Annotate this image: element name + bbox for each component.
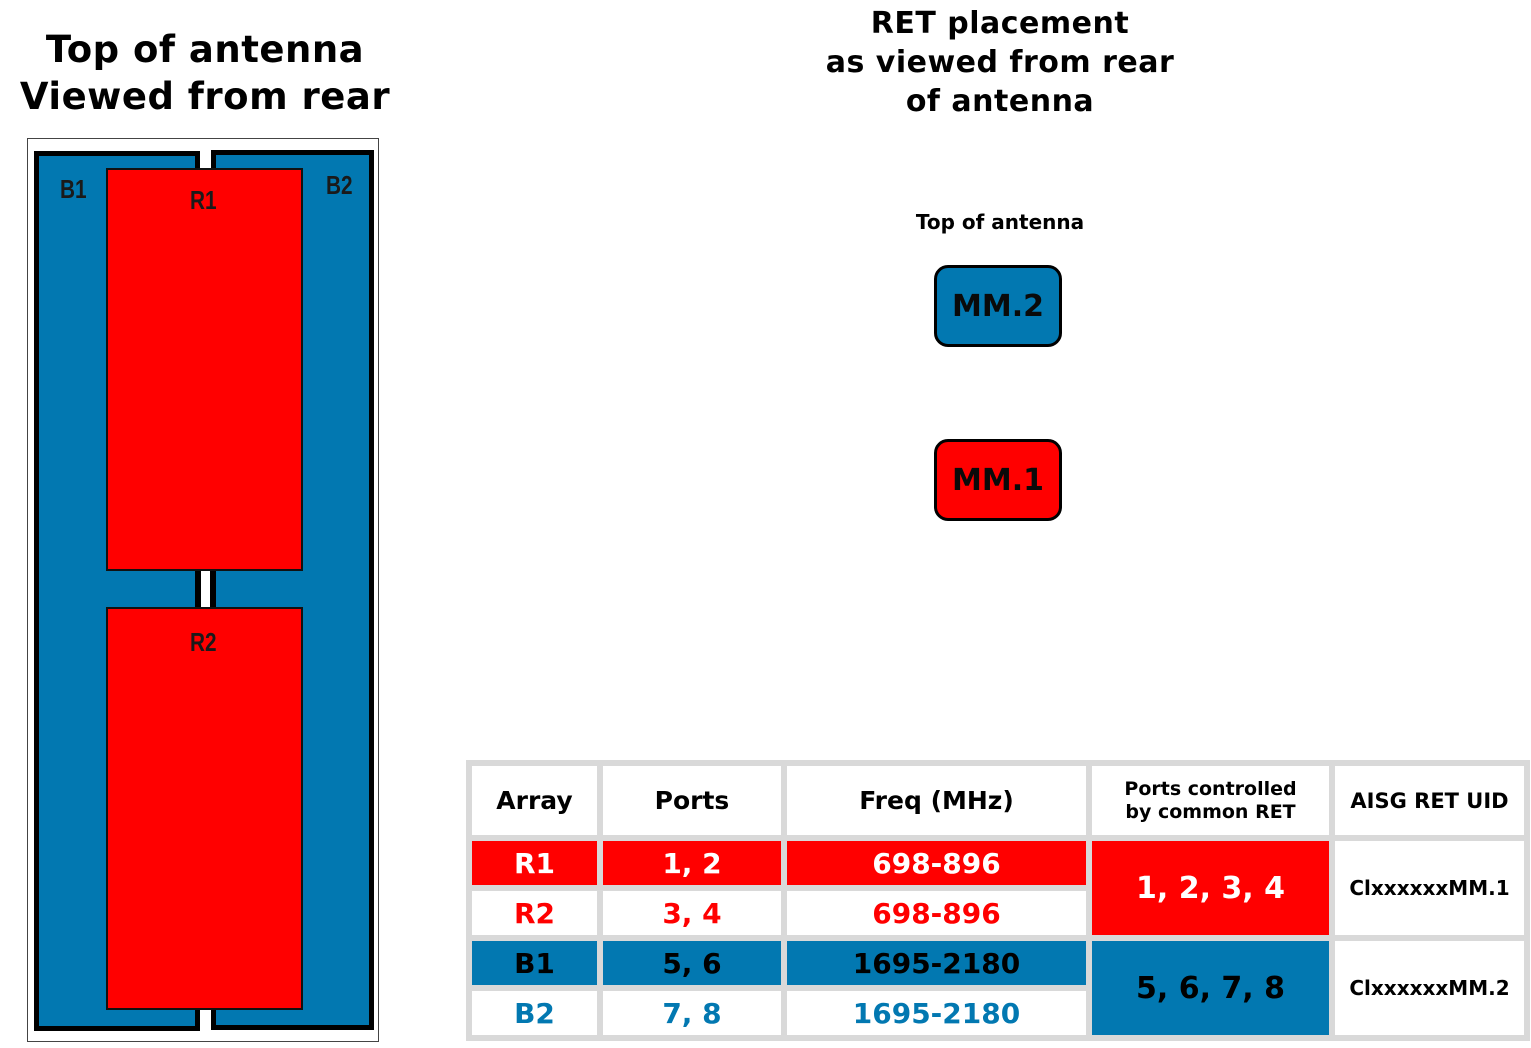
cell-uid: ClxxxxxxMM.2 <box>1335 941 1524 1035</box>
cell-array: R2 <box>472 891 597 935</box>
cell-array: R1 <box>472 841 597 885</box>
panel-divider <box>199 571 212 607</box>
array-r1-panel <box>106 168 303 571</box>
header-uid: AISG RET UID <box>1335 766 1524 835</box>
cell-ports: 3, 4 <box>603 891 781 935</box>
array-r2-panel <box>106 607 303 1010</box>
cell-array: B2 <box>472 991 597 1035</box>
table-header-row: Array Ports Freq (MHz) Ports controlled … <box>472 766 1524 835</box>
cell-uid: ClxxxxxxMM.1 <box>1335 841 1524 935</box>
header-freq: Freq (MHz) <box>787 766 1086 835</box>
header-ports: Ports <box>603 766 781 835</box>
ret-mapping-table: Array Ports Freq (MHz) Ports controlled … <box>466 760 1530 1041</box>
array-r1-label: R1 <box>190 185 217 215</box>
left-title: Top of antenna Viewed from rear <box>0 26 410 120</box>
top-of-antenna-label: Top of antenna <box>915 210 1085 234</box>
right-title-line-3: of antenna <box>905 84 1095 119</box>
array-b1-label: B1 <box>60 174 87 204</box>
table-row: R1 1, 2 698-896 1, 2, 3, 4 ClxxxxxxMM.1 <box>472 841 1524 935</box>
right-title-line-2: as viewed from rear <box>825 45 1175 80</box>
cell-freq: 698-896 <box>787 891 1086 935</box>
ret-unit-mm2: MM.2 <box>934 265 1062 347</box>
array-b2-label: B2 <box>326 170 353 200</box>
cell-ports: 1, 2 <box>603 841 781 885</box>
left-title-line-1: Top of antenna <box>45 28 365 71</box>
ret-unit-mm1: MM.1 <box>934 439 1062 521</box>
header-ports-controlled: Ports controlled by common RET <box>1092 766 1329 835</box>
left-title-line-2: Viewed from rear <box>19 75 391 118</box>
header-ports-controlled-line-1: Ports controlled <box>1124 777 1297 800</box>
array-r2-label: R2 <box>190 627 217 657</box>
right-title-line-1: RET placement <box>870 6 1130 41</box>
cell-ports: 5, 6 <box>603 941 781 985</box>
header-array: Array <box>472 766 597 835</box>
cell-freq: 1695-2180 <box>787 991 1086 1035</box>
cell-ports-controlled: 1, 2, 3, 4 <box>1092 841 1329 935</box>
table-row: B1 5, 6 1695-2180 5, 6, 7, 8 ClxxxxxxMM.… <box>472 941 1524 1035</box>
right-title: RET placement as viewed from rear of ant… <box>780 4 1220 121</box>
cell-array: B1 <box>472 941 597 985</box>
cell-ports: 7, 8 <box>603 991 781 1035</box>
header-ports-controlled-line-2: by common RET <box>1125 800 1296 823</box>
cell-freq: 1695-2180 <box>787 941 1086 985</box>
cell-freq: 698-896 <box>787 841 1086 885</box>
cell-ports-controlled: 5, 6, 7, 8 <box>1092 941 1329 1035</box>
